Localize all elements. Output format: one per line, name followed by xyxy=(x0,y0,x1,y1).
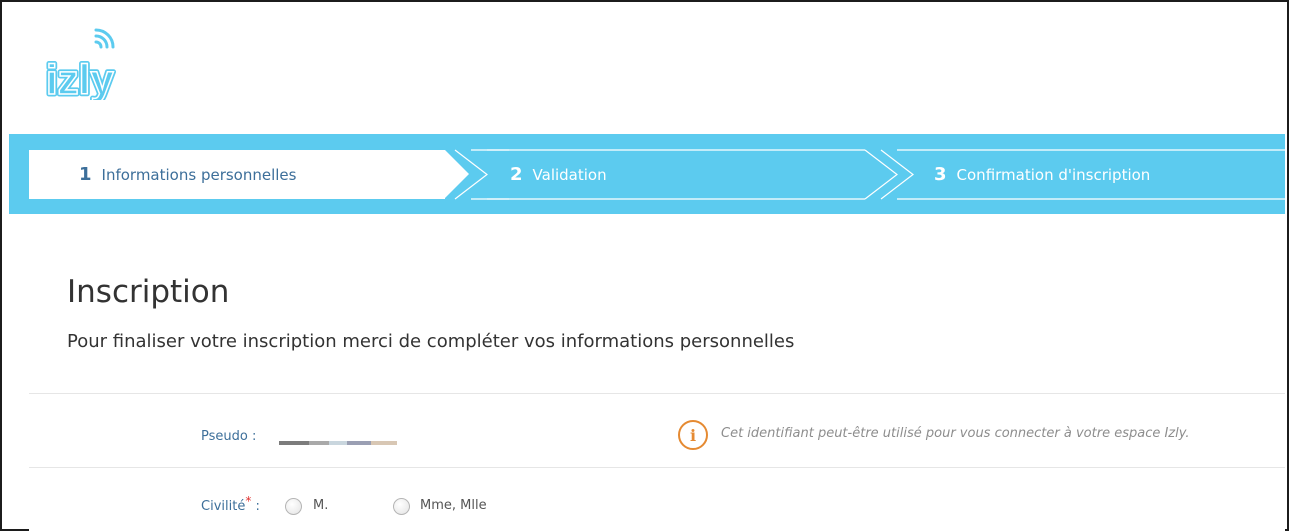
step-number: 2 xyxy=(510,164,523,185)
izly-logo[interactable]: izly izly xyxy=(44,28,124,106)
info-icon: i xyxy=(678,420,708,450)
header: izly izly xyxy=(2,2,1285,134)
divider xyxy=(29,467,1285,468)
civilite-option-mme[interactable]: Mme, Mlle xyxy=(420,498,487,513)
progress-stepper: 1 Informations personnelles 2 Validation… xyxy=(9,134,1291,214)
step-number: 3 xyxy=(934,164,947,185)
step-3[interactable]: 3 Confirmation d'inscription xyxy=(934,150,1150,199)
step-label: Informations personnelles xyxy=(101,165,297,184)
page-subtitle: Pour finaliser votre inscription merci d… xyxy=(67,331,795,352)
wifi-signal-icon xyxy=(94,28,115,49)
page-title: Inscription xyxy=(67,274,230,310)
civilite-radio-m[interactable] xyxy=(285,498,302,515)
divider xyxy=(29,393,1285,394)
required-mark: * xyxy=(245,494,252,508)
step-label: Validation xyxy=(532,165,607,184)
step-number: 1 xyxy=(79,164,92,185)
civilite-radio-mme[interactable] xyxy=(393,498,410,515)
pseudo-label: Pseudo : xyxy=(201,429,257,444)
civilite-label: Civilité* : xyxy=(201,494,260,514)
step-2[interactable]: 2 Validation xyxy=(510,150,607,199)
pseudo-value-redacted xyxy=(279,441,397,445)
svg-text:izly: izly xyxy=(46,56,114,100)
main-content: Inscription Pour finaliser votre inscrip… xyxy=(29,214,1285,531)
step-label: Confirmation d'inscription xyxy=(956,165,1151,184)
frame-right-edge xyxy=(1287,0,1299,531)
civilite-option-m[interactable]: M. xyxy=(313,498,328,513)
pseudo-info-text: Cet identifiant peut-être utilisé pour v… xyxy=(721,426,1190,441)
step-1[interactable]: 1 Informations personnelles xyxy=(79,150,296,199)
